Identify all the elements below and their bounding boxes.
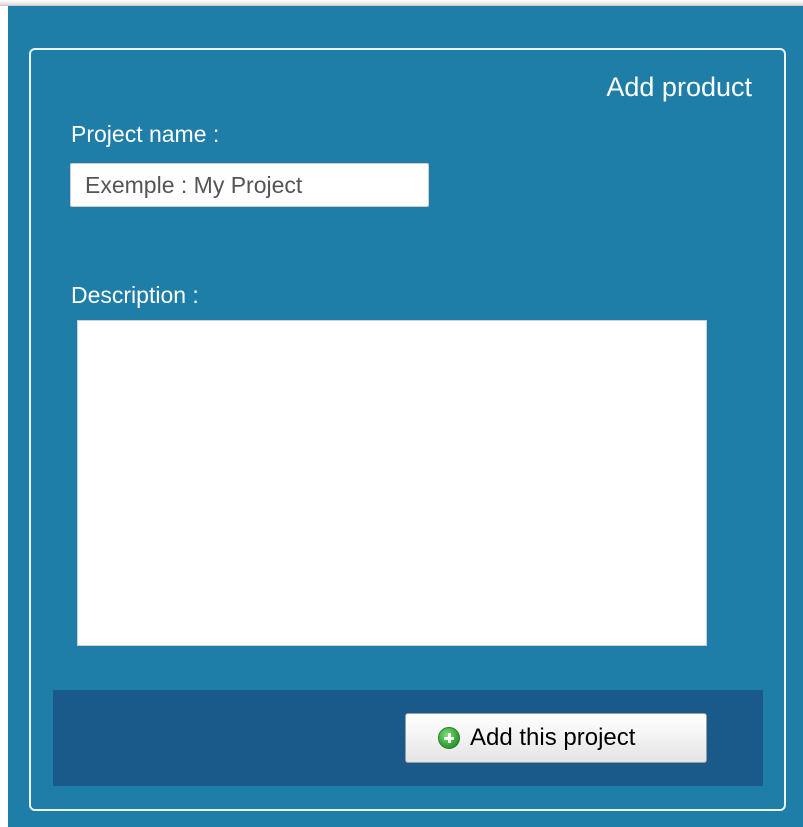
add-project-button[interactable]: Add this project xyxy=(405,713,707,763)
window-left-edge xyxy=(0,6,8,827)
add-project-button-label: Add this project xyxy=(470,724,636,751)
project-name-label: Project name : xyxy=(71,121,220,147)
description-textarea[interactable] xyxy=(77,320,707,646)
panel-title: Add product xyxy=(606,72,752,102)
project-name-input[interactable] xyxy=(70,163,429,207)
plus-circle-icon xyxy=(438,727,460,749)
description-label: Description : xyxy=(71,282,199,308)
